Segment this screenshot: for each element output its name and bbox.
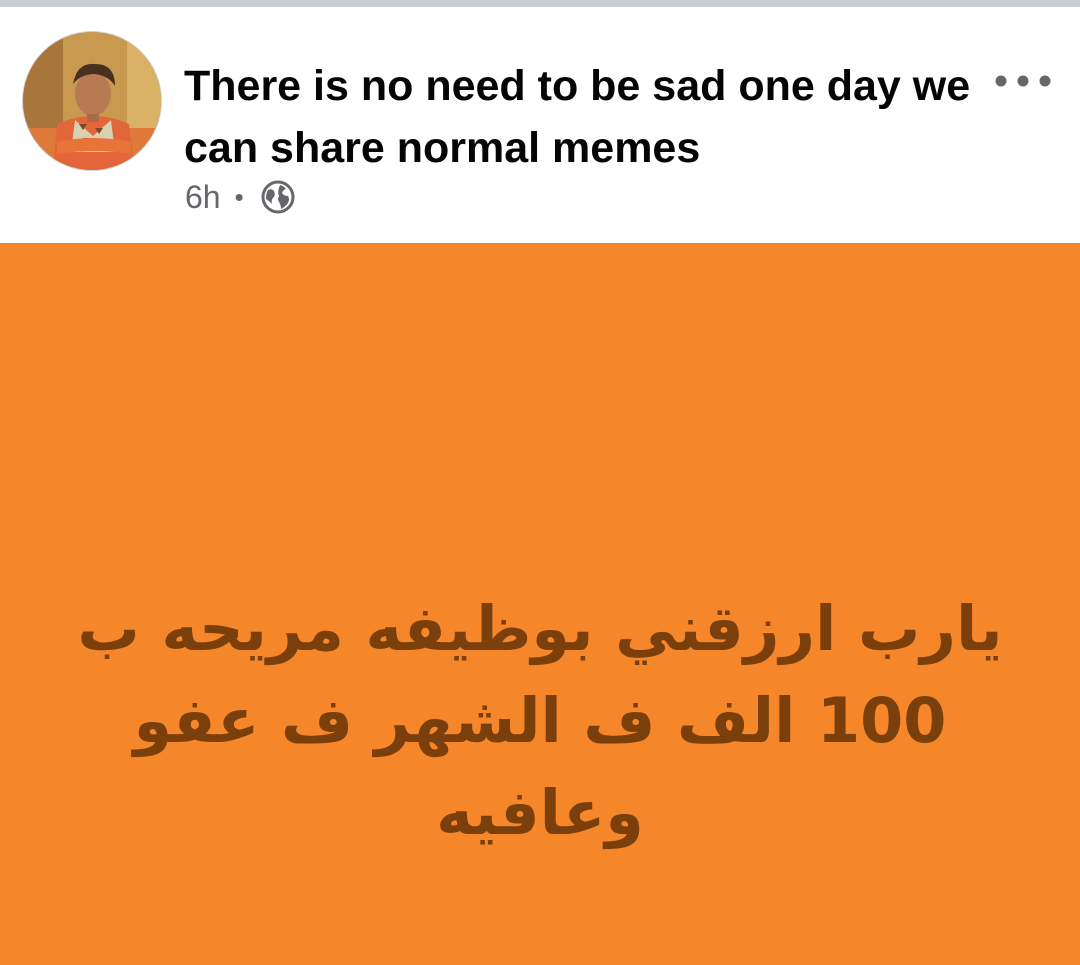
- meme-image[interactable]: يارب ارزقني بوظيفه مريحه ب 100 الف ف الش…: [0, 243, 1080, 965]
- top-divider: [0, 0, 1080, 7]
- avatar[interactable]: [22, 31, 162, 171]
- post-title: There is no need to be sad one day we ca…: [184, 62, 971, 172]
- globe-icon[interactable]: [260, 179, 296, 215]
- more-options-button[interactable]: [988, 59, 1058, 103]
- post-header: There is no need to be sad one day we ca…: [0, 7, 1080, 243]
- more-options-icon: [995, 75, 1051, 87]
- post-meta: 6h •: [185, 177, 296, 217]
- meta-separator: •: [234, 182, 244, 212]
- meme-text: يارب ارزقني بوظيفه مريحه ب 100 الف ف الش…: [77, 592, 1003, 849]
- post-time[interactable]: 6h: [185, 179, 221, 216]
- avatar-image: [23, 32, 161, 170]
